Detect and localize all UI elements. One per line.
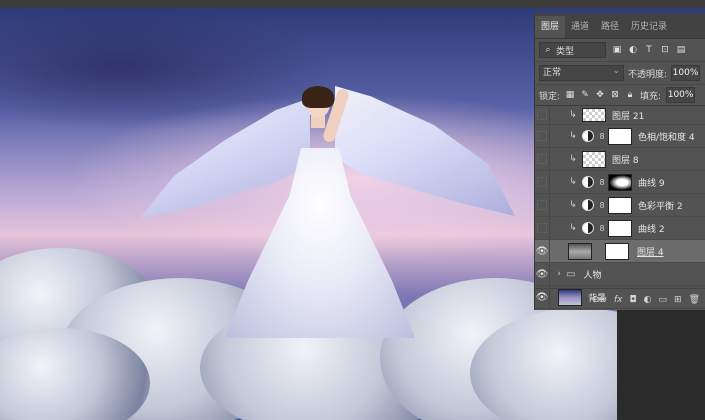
layer-name: 曲线 9 bbox=[638, 178, 665, 189]
adjustment-icon[interactable]: ◐ bbox=[644, 295, 652, 305]
clipping-icon: ↳ bbox=[569, 131, 577, 141]
lock-position-icon[interactable]: ✥ bbox=[595, 90, 605, 100]
layer-name: 图层 4 bbox=[637, 247, 664, 258]
hidden-box-icon bbox=[537, 200, 547, 210]
layer-thumbnail bbox=[568, 242, 592, 260]
lock-all-icon[interactable]: 🔒︎ bbox=[625, 90, 635, 100]
visibility-toggle[interactable] bbox=[535, 106, 550, 124]
fill-input[interactable]: 100% bbox=[666, 87, 696, 103]
workspace-background bbox=[617, 310, 705, 420]
visibility-toggle[interactable] bbox=[535, 125, 550, 147]
layer-row[interactable]: ↳ 8 曲线 9 bbox=[535, 171, 705, 194]
link-icon: 8 bbox=[599, 223, 605, 233]
visibility-toggle[interactable] bbox=[535, 194, 550, 216]
blend-mode-select[interactable]: 正常 bbox=[539, 64, 624, 81]
tab-channels[interactable]: 通道 bbox=[565, 16, 595, 38]
clipping-icon: ↳ bbox=[569, 200, 577, 210]
layer-name: 色彩平衡 2 bbox=[638, 201, 683, 212]
hidden-box-icon bbox=[537, 177, 547, 187]
panel-bottom-toolbar: ⊖⊖ fx ◘ ◐ ▭ ⊞ 🗑︎ bbox=[535, 288, 705, 310]
visibility-toggle[interactable] bbox=[535, 148, 550, 170]
layer-row-selected[interactable]: 👁︎ 图层 4 bbox=[535, 240, 705, 263]
filter-label: 类型 bbox=[556, 46, 575, 57]
tab-history[interactable]: 历史记录 bbox=[625, 16, 673, 38]
hidden-box-icon bbox=[537, 154, 547, 164]
left-wing bbox=[140, 98, 310, 218]
layer-name: 曲线 2 bbox=[638, 224, 665, 235]
new-layer-icon[interactable]: ⊞ bbox=[674, 295, 682, 305]
mask-icon[interactable]: ◘ bbox=[630, 295, 637, 305]
link-icon: 8 bbox=[599, 131, 605, 141]
layer-row[interactable]: ↳ 8 色相/饱和度 4 bbox=[535, 125, 705, 148]
layer-row[interactable]: ↳ 8 色彩平衡 2 bbox=[535, 194, 705, 217]
layer-name: 图层 21 bbox=[612, 111, 645, 122]
image-filter-icon[interactable]: ▣ bbox=[612, 45, 622, 55]
layer-row[interactable]: ↳ 图层 8 bbox=[535, 148, 705, 171]
lock-artboard-icon[interactable]: ⊠ bbox=[610, 90, 620, 100]
fx-icon[interactable]: fx bbox=[614, 295, 623, 305]
link-icon[interactable]: ⊖⊖ bbox=[592, 295, 607, 305]
shape-filter-icon[interactable]: ⊡ bbox=[660, 45, 670, 55]
layer-mask-thumbnail bbox=[605, 242, 629, 260]
right-wing bbox=[335, 86, 515, 216]
layer-name: 人物 bbox=[583, 270, 602, 281]
layer-name: 图层 8 bbox=[612, 155, 639, 166]
hidden-box-icon bbox=[537, 110, 547, 120]
visibility-toggle[interactable] bbox=[535, 171, 550, 193]
layer-name: 色相/饱和度 4 bbox=[638, 132, 695, 143]
visibility-toggle[interactable]: 👁︎ bbox=[535, 263, 550, 285]
layer-thumbnail bbox=[582, 150, 606, 168]
opacity-input[interactable]: 100% bbox=[671, 65, 701, 81]
filter-row: ⌕ 类型 ▣ ◐ T ⊡ ▤ bbox=[535, 39, 705, 62]
tab-layers[interactable]: 图层 bbox=[535, 16, 566, 38]
expand-chevron-icon[interactable]: › bbox=[554, 269, 564, 279]
layer-group-row[interactable]: 👁︎ › ▭ 人物 bbox=[535, 263, 705, 286]
search-icon: ⌕ bbox=[545, 45, 551, 55]
hair bbox=[302, 86, 334, 108]
hidden-box-icon bbox=[537, 131, 547, 141]
clipping-icon: ↳ bbox=[569, 110, 577, 120]
layers-panel[interactable]: 图层 通道 路径 历史记录 ⌕ 类型 ▣ ◐ T ⊡ ▤ 正常 不透明度: 10… bbox=[534, 13, 705, 310]
lock-label: 锁定: bbox=[539, 91, 561, 102]
layer-mask-thumbnail bbox=[608, 127, 632, 145]
lock-row: 锁定: ▦ ✎ ✥ ⊠ 🔒︎ 填充: 100% bbox=[535, 85, 705, 106]
eye-icon: 👁︎ bbox=[535, 268, 549, 280]
trash-icon[interactable]: 🗑︎ bbox=[689, 295, 700, 305]
clipping-icon: ↳ bbox=[569, 154, 577, 164]
hidden-box-icon bbox=[537, 223, 547, 233]
adjustment-layer-icon bbox=[582, 176, 594, 188]
layer-mask-thumbnail bbox=[608, 219, 632, 237]
adjustment-filter-icon[interactable]: ◐ bbox=[628, 45, 638, 55]
adjustment-layer-icon bbox=[582, 222, 594, 234]
layer-mask-thumbnail bbox=[608, 196, 632, 214]
folder-icon[interactable]: ▭ bbox=[659, 295, 668, 305]
folder-icon: ▭ bbox=[566, 268, 576, 280]
visibility-toggle[interactable] bbox=[535, 217, 550, 239]
clipping-icon: ↳ bbox=[569, 177, 577, 187]
clipping-icon: ↳ bbox=[569, 223, 577, 233]
lock-transparency-icon[interactable]: ▦ bbox=[565, 90, 575, 100]
link-icon: 8 bbox=[599, 177, 605, 187]
lock-pixels-icon[interactable]: ✎ bbox=[580, 90, 590, 100]
opacity-label: 不透明度: bbox=[628, 69, 668, 80]
panel-tabs: 图层 通道 路径 历史记录 bbox=[535, 13, 705, 39]
layer-row[interactable]: ↳ 8 曲线 2 bbox=[535, 217, 705, 240]
smart-object-filter-icon[interactable]: ▤ bbox=[676, 45, 686, 55]
adjustment-layer-icon bbox=[582, 130, 594, 142]
type-filter-icon[interactable]: T bbox=[644, 45, 654, 55]
layer-list: ↳ 图层 21 ↳ 8 色相/饱和度 4 ↳ 图层 8 ↳ 8 曲线 9 ↳ 8… bbox=[535, 106, 705, 309]
layer-row[interactable]: ↳ 图层 21 bbox=[535, 106, 705, 125]
layer-mask-thumbnail bbox=[608, 173, 632, 191]
layer-thumbnail bbox=[582, 108, 606, 122]
link-icon: 8 bbox=[599, 200, 605, 210]
fill-label: 填充: bbox=[640, 91, 662, 102]
layer-filter-select[interactable]: ⌕ 类型 bbox=[539, 42, 606, 58]
eye-icon: 👁︎ bbox=[535, 245, 549, 257]
visibility-toggle[interactable]: 👁︎ bbox=[535, 240, 550, 262]
blend-row: 正常 不透明度: 100% bbox=[535, 62, 705, 85]
tab-paths[interactable]: 路径 bbox=[595, 16, 625, 38]
top-toolbar-strip bbox=[0, 0, 705, 8]
adjustment-layer-icon bbox=[582, 199, 594, 211]
